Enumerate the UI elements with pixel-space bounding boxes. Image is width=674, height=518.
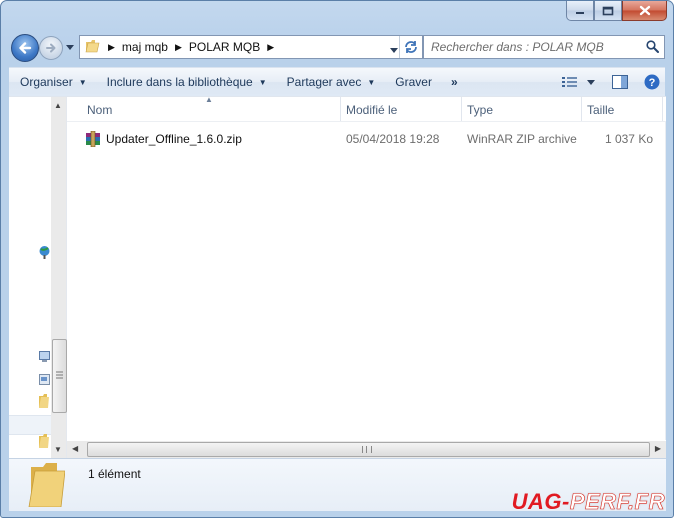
column-header-label: Taille (587, 103, 615, 117)
grip-icon (362, 446, 372, 453)
column-header-label: Nom (87, 103, 113, 117)
breadcrumb: ▶ maj mqb ▶ POLAR MQB ▶ (101, 40, 281, 54)
change-view-button[interactable] (557, 70, 583, 94)
close-icon (639, 5, 650, 16)
scrollbar-thumb[interactable] (87, 442, 650, 457)
forward-button[interactable] (39, 36, 63, 60)
column-headers: ▲ Nom Modifié le Type Taille (67, 95, 666, 122)
scroll-down-icon[interactable]: ▼ (54, 445, 62, 454)
include-label: Inclure dans la bibliothèque (106, 75, 253, 89)
navigation-pane[interactable]: ▲ ▼ (9, 97, 67, 458)
view-controls: ? (557, 68, 665, 96)
more-label: » (450, 75, 458, 89)
breadcrumb-separator-icon[interactable]: ▶ (175, 42, 182, 53)
watermark-logo: UAG-PERF.FR (512, 489, 665, 515)
file-size: 1 037 Ko (604, 132, 653, 146)
preview-pane-button[interactable] (607, 70, 633, 94)
column-header-label: Type (467, 103, 494, 117)
file-list: ▲ Nom Modifié le Type Taille Updater_Off… (67, 95, 666, 458)
breadcrumb-separator-icon[interactable]: ▶ (267, 42, 274, 53)
organize-label: Organiser (20, 75, 73, 89)
chevron-down-icon (390, 48, 398, 53)
drive-icon[interactable] (39, 374, 50, 389)
folder-icon (27, 463, 66, 510)
scroll-right-icon[interactable]: ▶ (655, 444, 661, 453)
burn-label: Graver (395, 75, 432, 89)
search-box[interactable] (423, 35, 665, 59)
computer-icon[interactable] (39, 351, 50, 366)
watermark-text-part: UAG- (511, 489, 570, 514)
item-count: 1 élément (88, 467, 141, 481)
file-type: WinRAR ZIP archive (467, 132, 577, 146)
maximize-icon (602, 6, 614, 15)
caption-buttons (566, 1, 667, 21)
more-commands-button[interactable]: » (443, 70, 466, 94)
file-name: Updater_Offline_1.6.0.zip (106, 132, 242, 146)
list-right-edge (665, 122, 666, 440)
view-options-dropdown[interactable] (583, 70, 599, 94)
chevron-down-icon: ▼ (78, 77, 87, 87)
column-header-name[interactable]: Nom (82, 97, 341, 121)
view-details-icon (562, 77, 577, 87)
burn-button[interactable]: Graver (386, 70, 441, 94)
search-input[interactable] (431, 40, 641, 54)
column-header-modified[interactable]: Modifié le (341, 97, 462, 121)
preview-pane-icon (612, 75, 628, 89)
chevron-down-icon (66, 44, 74, 50)
svg-text:?: ? (649, 77, 656, 89)
organize-menu-button[interactable]: Organiser ▼ (11, 70, 96, 94)
minimize-icon (576, 11, 584, 14)
winrar-archive-icon (85, 130, 101, 148)
maximize-button[interactable] (594, 1, 622, 21)
search-icon[interactable] (646, 40, 659, 56)
chevron-down-icon (587, 79, 595, 85)
scroll-left-icon[interactable]: ◀ (72, 444, 78, 453)
nav-pane-selected-row[interactable] (9, 415, 51, 435)
explorer-body: ▲ ▼ ▲ Nom Modifié le Type Taille Updater… (9, 95, 666, 458)
back-arrow-icon (19, 42, 32, 54)
column-header-type[interactable]: Type (462, 97, 582, 121)
navigation-bar: ▶ maj mqb ▶ POLAR MQB ▶ (9, 32, 665, 62)
breadcrumb-separator-icon[interactable]: ▶ (108, 42, 115, 53)
help-icon: ? (644, 74, 660, 90)
breadcrumb-item[interactable]: POLAR MQB (189, 40, 260, 54)
scroll-up-icon[interactable]: ▲ (54, 101, 62, 110)
refresh-button[interactable] (399, 36, 422, 58)
file-row[interactable]: Updater_Offline_1.6.0.zip 05/04/2018 19:… (67, 128, 666, 150)
horizontal-scrollbar[interactable]: ◀ ▶ (67, 441, 666, 458)
include-in-library-button[interactable]: Inclure dans la bibliothèque ▼ (98, 70, 276, 94)
scrollbar-thumb[interactable] (52, 339, 67, 413)
refresh-icon (405, 41, 417, 53)
column-header-size[interactable]: Taille (582, 97, 663, 121)
folder-icon[interactable] (39, 434, 49, 451)
close-button[interactable] (622, 1, 667, 21)
column-header-label: Modifié le (346, 103, 398, 117)
explorer-window: ▶ maj mqb ▶ POLAR MQB ▶ Organiser ▼ (0, 0, 674, 518)
chevron-down-icon: ▼ (258, 77, 267, 87)
share-label: Partager avec (286, 75, 362, 89)
address-history-dropdown[interactable] (390, 42, 398, 56)
breadcrumb-item[interactable]: maj mqb (122, 40, 168, 54)
minimize-button[interactable] (566, 1, 594, 21)
share-with-button[interactable]: Partager avec ▼ (278, 70, 385, 94)
folder-icon (85, 38, 101, 57)
watermark-text-part: PERF.FR (569, 489, 665, 515)
grip-icon (56, 371, 63, 379)
help-button[interactable]: ? (639, 70, 665, 94)
back-button[interactable] (11, 34, 39, 62)
recent-pages-dropdown[interactable] (65, 42, 75, 52)
address-bar[interactable]: ▶ maj mqb ▶ POLAR MQB ▶ (79, 35, 423, 59)
command-bar: Organiser ▼ Inclure dans la bibliothèque ▼… (9, 67, 665, 96)
network-icon[interactable] (39, 245, 50, 262)
forward-arrow-icon (46, 43, 56, 53)
folder-icon[interactable] (39, 394, 49, 411)
file-modified: 05/04/2018 19:28 (346, 132, 440, 146)
nav-pane-scrollbar[interactable]: ▲ ▼ (51, 97, 67, 458)
chevron-down-icon: ▼ (367, 77, 376, 87)
